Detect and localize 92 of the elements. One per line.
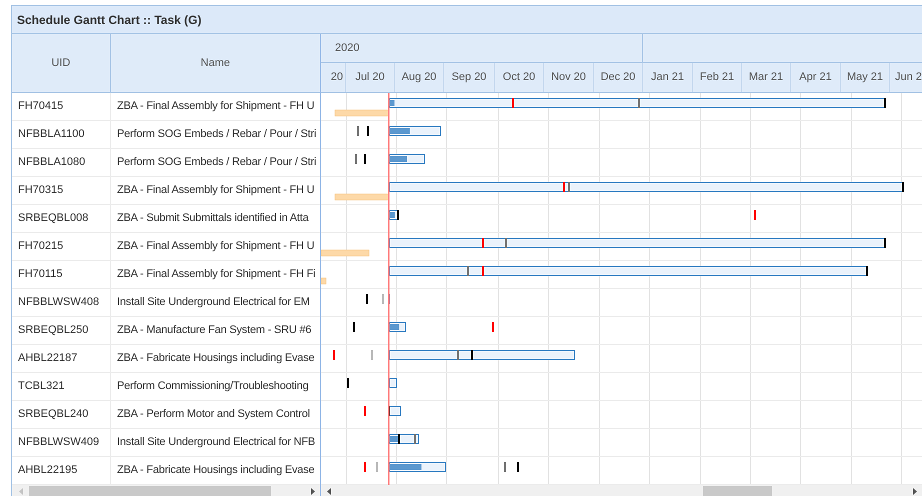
uid-cell: AHBL22187 xyxy=(12,345,111,372)
scroll-left-icon[interactable] xyxy=(327,488,331,495)
uid-cell: AHBL22195 xyxy=(12,457,111,484)
date-marker xyxy=(382,294,384,304)
year-header: 2020 xyxy=(321,34,643,62)
name-cell-text: ZBA - Final Assembly for Shipment - FH U xyxy=(116,239,316,254)
date-marker xyxy=(364,154,366,164)
date-marker xyxy=(754,210,756,220)
month-header: Nov 20 xyxy=(544,63,594,92)
date-marker xyxy=(355,154,357,164)
date-marker xyxy=(414,434,416,444)
date-marker xyxy=(457,350,459,360)
date-marker xyxy=(884,98,886,108)
date-marker xyxy=(568,182,570,192)
uid-cell: FH70215 xyxy=(12,233,111,260)
date-marker xyxy=(357,126,359,136)
date-marker xyxy=(638,98,640,108)
month-header: Sep 20 xyxy=(444,63,495,92)
uid-cell: FH70115 xyxy=(12,261,111,288)
month-header: Jan 21 xyxy=(643,63,693,92)
month-header: Dec 20 xyxy=(594,63,643,92)
month-header: 20 xyxy=(321,63,346,92)
date-marker xyxy=(364,406,366,416)
task-bar[interactable] xyxy=(389,406,401,416)
panel-title: Schedule Gantt Chart :: Task (G) xyxy=(17,12,202,28)
uid-cell: FH70415 xyxy=(12,93,111,120)
month-header: Feb 21 xyxy=(693,63,742,92)
date-marker xyxy=(902,182,904,192)
name-cell-text: ZBA - Final Assembly for Shipment - FH U xyxy=(116,99,316,114)
name-cell-text: ZBA - Final Assembly for Shipment - FH Fi xyxy=(116,267,316,282)
baseline-bar xyxy=(321,250,370,256)
name-cell-text: ZBA - Submit Submittals identified in Atta xyxy=(116,211,310,226)
baseline-bar xyxy=(334,110,390,116)
date-marker xyxy=(512,98,514,108)
name-cell-text: Perform SOG Embeds / Rebar / Pour / Stri xyxy=(116,127,318,142)
name-cell-text: Perform SOG Embeds / Rebar / Pour / Stri xyxy=(116,155,318,170)
uid-cell: SRBEQBL008 xyxy=(12,205,111,232)
date-marker xyxy=(505,238,507,248)
baseline-bar xyxy=(334,194,390,200)
date-marker xyxy=(517,462,519,472)
name-cell-text: Install Site Underground Electrical for EM xyxy=(116,295,311,310)
uid-cell: NFBBLA1100 xyxy=(12,121,111,148)
date-marker xyxy=(884,238,886,248)
date-marker xyxy=(397,210,399,220)
month-header: Jun 2 xyxy=(890,63,922,92)
name-cell-text: ZBA - Fabricate Housings including Evase xyxy=(116,351,316,366)
date-marker xyxy=(333,350,335,360)
date-marker xyxy=(492,322,494,332)
month-header: Oct 20 xyxy=(495,63,544,92)
name-cell-text: Install Site Underground Electrical for NFB xyxy=(116,435,316,450)
name-cell-text: Perform Commissioning/Troubleshooting xyxy=(116,379,310,394)
date-marker xyxy=(376,462,378,472)
name-cell-text: ZBA - Final Assembly for Shipment - FH U xyxy=(116,183,316,198)
name-cell-text: ZBA - Perform Motor and System Control xyxy=(116,407,311,422)
date-marker xyxy=(482,266,484,276)
month-header: May 21 xyxy=(841,63,890,92)
date-marker xyxy=(347,378,349,388)
name-cell-text: ZBA - Fabricate Housings including Evase xyxy=(116,463,316,478)
date-marker xyxy=(398,434,400,444)
date-marker xyxy=(366,294,368,304)
uid-cell: SRBEQBL240 xyxy=(12,401,111,428)
horizontal-scrollbar[interactable] xyxy=(321,485,922,496)
task-bar[interactable] xyxy=(389,210,399,220)
name-cell-text: ZBA - Manufacture Fan System - SRU #6 xyxy=(116,323,312,338)
scrollbar-thumb[interactable] xyxy=(29,486,271,496)
date-marker xyxy=(866,266,868,276)
month-header: Apr 21 xyxy=(791,63,841,92)
baseline-bar xyxy=(321,278,326,284)
date-marker xyxy=(367,126,369,136)
month-header: Aug 20 xyxy=(395,63,444,92)
date-marker xyxy=(353,322,355,332)
scrollbar-thumb[interactable] xyxy=(703,486,772,496)
horizontal-scrollbar[interactable] xyxy=(12,485,320,496)
date-marker xyxy=(364,462,366,472)
date-marker xyxy=(467,266,469,276)
scroll-right-icon[interactable] xyxy=(913,488,917,495)
column-header[interactable]: Name xyxy=(110,34,320,92)
date-marker xyxy=(371,350,373,360)
date-marker xyxy=(563,182,565,192)
date-marker xyxy=(482,238,484,248)
uid-cell: NFBBLWSW408 xyxy=(12,289,111,316)
uid-cell: NFBBLWSW409 xyxy=(12,429,111,456)
date-marker xyxy=(504,462,506,472)
uid-cell: SRBEQBL250 xyxy=(12,317,111,344)
column-header[interactable]: UID xyxy=(12,34,111,92)
month-header: Jul 20 xyxy=(346,63,395,92)
uid-cell: TCBL321 xyxy=(12,373,111,400)
uid-cell: FH70315 xyxy=(12,177,111,204)
date-marker xyxy=(471,350,473,360)
scroll-right-icon[interactable] xyxy=(311,488,315,495)
month-header: Mar 21 xyxy=(742,63,791,92)
uid-cell: NFBBLA1080 xyxy=(12,149,111,176)
